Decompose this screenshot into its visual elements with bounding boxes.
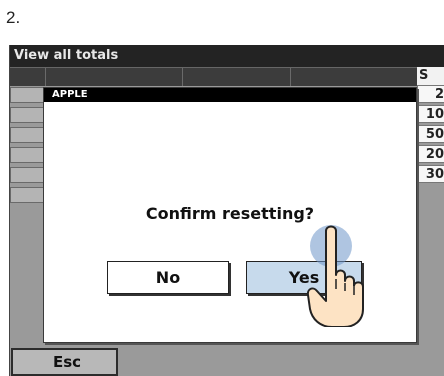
window-title: View all totals (10, 45, 444, 67)
table-cell: 10 (417, 105, 444, 123)
table-header-row (10, 67, 444, 86)
pointing-hand-icon (306, 225, 364, 327)
table-cell (10, 147, 46, 163)
table-cell (10, 187, 46, 203)
table-cell: 2 (417, 85, 444, 103)
step-number: 2. (6, 8, 21, 27)
column-header-s: S (417, 67, 444, 85)
table-cell: 20 (417, 145, 444, 163)
table-cell (10, 167, 46, 183)
table-cell: 50 (417, 125, 444, 143)
table-right-column: 2 10 50 20 30 (417, 85, 444, 185)
dialog-title: APPLE (44, 88, 416, 102)
header-divider (182, 68, 183, 86)
app-screen: View all totals S 2 10 50 20 30 Esc APPL… (9, 45, 444, 376)
table-cell (10, 127, 46, 143)
table-cell: 30 (417, 165, 444, 183)
table-cell (10, 87, 46, 103)
dialog-message: Confirm resetting? (145, 204, 315, 223)
esc-button[interactable]: Esc (11, 348, 118, 376)
header-divider (290, 68, 291, 86)
no-button[interactable]: No (107, 261, 229, 294)
header-divider (45, 68, 46, 86)
table-cell (10, 107, 46, 123)
